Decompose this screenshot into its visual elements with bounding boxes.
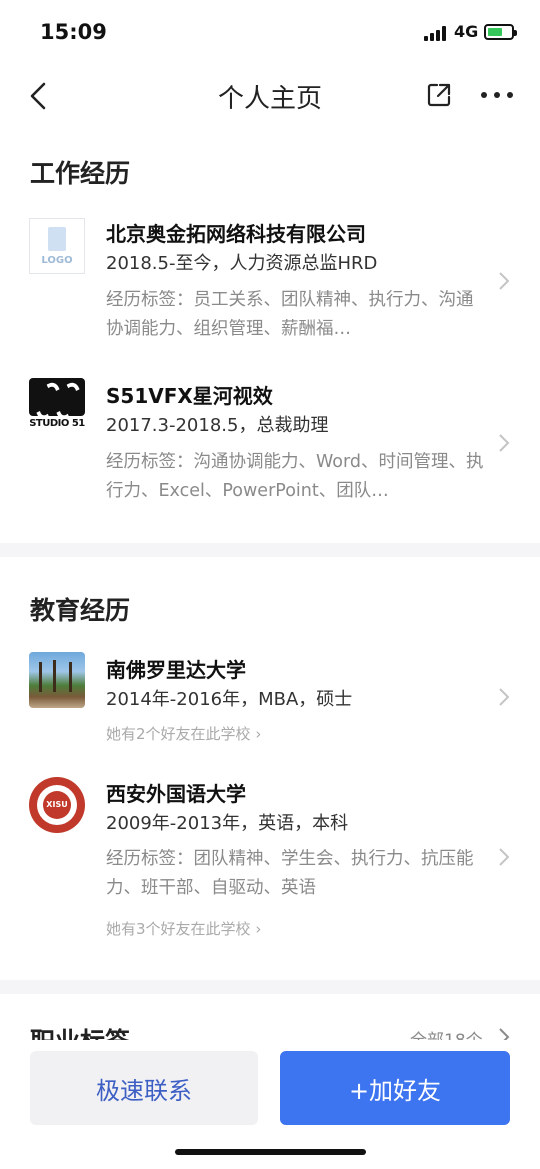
- friends-at-school[interactable]: 她有2个好友在此学校 ›: [106, 723, 261, 744]
- experience-tags: 经历标签：团队精神、学生会、执行力、抗压能力、班干部、自驱动、英语: [106, 849, 474, 898]
- battery-icon: [484, 24, 517, 40]
- company-logo: LOGO: [29, 218, 85, 274]
- chevron-right-icon: [499, 434, 510, 452]
- more-icon[interactable]: [480, 90, 514, 100]
- company-name: S51VFX星河视效: [106, 384, 273, 408]
- work-item[interactable]: LOGO 北京奥金拓网络科技有限公司 2018.5-至今，人力资源总监HRD 经…: [0, 210, 540, 350]
- company-logo: STUDIO 51: [29, 378, 85, 434]
- section-divider: [0, 980, 540, 994]
- education-section-title: 教育经历: [30, 596, 131, 625]
- chevron-right-icon: [499, 688, 510, 706]
- network-label: 4G: [454, 22, 479, 41]
- section-divider: [0, 543, 540, 557]
- signal-icon: [424, 25, 450, 41]
- school-photo: [29, 652, 85, 708]
- school-name: 南佛罗里达大学: [106, 658, 246, 682]
- share-icon[interactable]: [426, 82, 452, 108]
- status-time: 15:09: [40, 20, 107, 44]
- education-period: 2014年-2016年，MBA，硕士: [106, 689, 353, 710]
- work-period: 2017.3-2018.5，总裁助理: [106, 415, 329, 436]
- home-indicator[interactable]: [175, 1149, 366, 1155]
- education-item[interactable]: XISU 西安外国语大学 2009年-2013年，英语，本科 经历标签：团队精神…: [0, 772, 540, 942]
- education-period: 2009年-2013年，英语，本科: [106, 813, 349, 834]
- school-name: 西安外国语大学: [106, 782, 246, 806]
- work-period: 2018.5-至今，人力资源总监HRD: [106, 253, 378, 274]
- experience-tags: 经历标签：沟通协调能力、Word、时间管理、执行力、Excel、PowerPoi…: [106, 452, 484, 501]
- chevron-right-icon: [499, 848, 510, 866]
- school-logo: XISU: [29, 777, 85, 833]
- education-item[interactable]: 南佛罗里达大学 2014年-2016年，MBA，硕士 她有2个好友在此学校 ›: [0, 648, 540, 748]
- company-name: 北京奥金拓网络科技有限公司: [106, 222, 366, 246]
- experience-tags: 经历标签：员工关系、团队精神、执行力、沟通协调能力、组织管理、薪酬福…: [106, 290, 474, 339]
- add-friend-button[interactable]: +加好友: [280, 1051, 510, 1125]
- quick-contact-button[interactable]: 极速联系: [30, 1051, 258, 1125]
- work-section-title: 工作经历: [30, 159, 131, 188]
- page-title: 个人主页: [217, 84, 322, 114]
- friends-at-school[interactable]: 她有3个好友在此学校 ›: [106, 918, 261, 939]
- work-item[interactable]: STUDIO 51 S51VFX星河视效 2017.3-2018.5，总裁助理 …: [0, 372, 540, 512]
- chevron-right-icon: [499, 272, 510, 290]
